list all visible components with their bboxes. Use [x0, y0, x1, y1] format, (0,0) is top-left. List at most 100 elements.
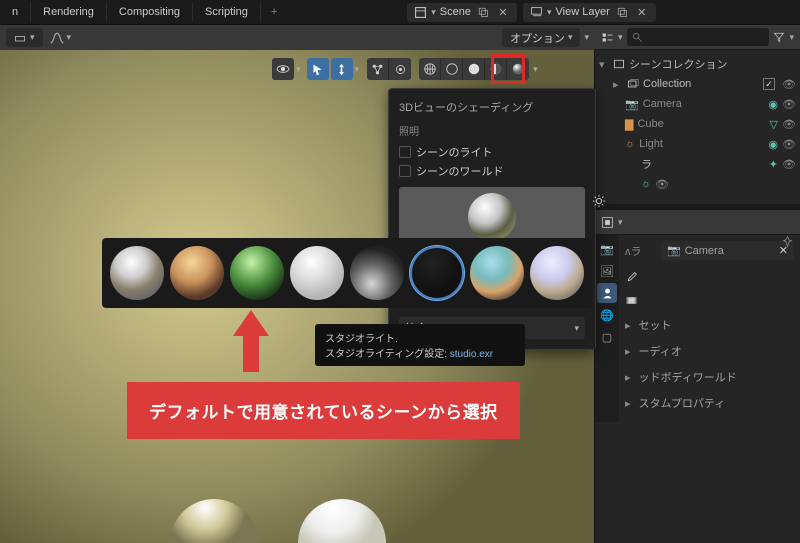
prop-row[interactable]: [625, 289, 794, 312]
eye-icon[interactable]: 👁: [655, 178, 669, 191]
eye-icon[interactable]: 👁: [782, 118, 796, 131]
properties-type-icon[interactable]: [601, 216, 614, 229]
data-icon: ▽: [770, 118, 778, 131]
close-icon[interactable]: ✕: [634, 4, 650, 20]
hdri-option[interactable]: [230, 246, 284, 300]
workspace-tab-rendering[interactable]: Rendering: [31, 2, 107, 22]
row-label: Cube: [637, 118, 765, 130]
disclosure-icon[interactable]: ▸: [625, 371, 631, 384]
prop-section-row[interactable]: ▸ セット: [625, 312, 794, 338]
curve-icon[interactable]: [49, 30, 65, 46]
checkbox-label: シーンのライト: [416, 144, 492, 160]
outliner-tree: ▾ シーンコレクション ▸ Collection ✓ 👁 📷 Camera ◉ …: [595, 50, 800, 198]
shading-dropdown-icon[interactable]: ▾: [533, 64, 538, 75]
outliner-row-cube[interactable]: ▇ Cube ▽ 👁: [595, 114, 800, 134]
options-dropdown[interactable]: オプション ▾: [502, 28, 581, 47]
copy-icon[interactable]: [475, 4, 491, 20]
chevron-down-icon[interactable]: ▾: [789, 32, 794, 43]
prop-section-row[interactable]: ▸ スタムプロパティ: [625, 390, 794, 416]
editor-type-dropdown[interactable]: ▾: [6, 28, 43, 47]
wire-sphere-icon[interactable]: [441, 58, 463, 80]
outliner-search[interactable]: [627, 28, 770, 46]
eye-icon[interactable]: 👁: [782, 98, 796, 111]
hdri-option[interactable]: [170, 246, 224, 300]
disclosure-icon[interactable]: ▾: [599, 58, 609, 71]
scene-selector[interactable]: ▾ Scene ✕: [407, 3, 517, 22]
hdri-sphere-preview: [468, 193, 516, 241]
chevron-down-icon[interactable]: ▾: [584, 32, 589, 43]
scene-icon: [413, 5, 427, 19]
prop-row[interactable]: [625, 266, 794, 289]
chevron-down-icon: ▾: [67, 32, 72, 43]
sphere-object[interactable]: [298, 499, 386, 543]
outliner-row-data[interactable]: ☼ 👁: [595, 174, 800, 194]
scene-lights-checkbox-row[interactable]: シーンのライト: [399, 144, 585, 160]
right-panel: ▾ ▾ ▾ シーンコレクション ▸ Collection ✓ 👁: [595, 25, 800, 543]
proptab-render[interactable]: 📷: [597, 239, 617, 259]
properties-body: 📷 🖼 🌐 ▢ ᴧラ 📷 Camera ✕: [595, 235, 800, 422]
proptab-object[interactable]: ▢: [597, 327, 617, 347]
close-icon[interactable]: ✕: [495, 4, 511, 20]
shaded-sphere-icon[interactable]: [463, 58, 485, 80]
hdri-option-selected[interactable]: [410, 246, 464, 300]
sphere-object[interactable]: [170, 499, 258, 543]
outliner-row-camera[interactable]: 📷 Camera ◉ 👁: [595, 94, 800, 114]
lighting-section-label: 照明: [399, 123, 585, 138]
pin-icon[interactable]: [781, 235, 794, 248]
checkbox-icon[interactable]: [399, 165, 411, 177]
arrow-head-icon: [233, 310, 269, 336]
chevron-down-icon[interactable]: ▾: [618, 217, 623, 228]
chevron-down-icon: ▾: [547, 7, 552, 18]
gear-icon[interactable]: [591, 193, 607, 209]
select-arrow-icon[interactable]: [307, 58, 329, 80]
tooltip-line: スタジオライト.: [325, 330, 515, 345]
disclosure-icon[interactable]: ▸: [625, 345, 631, 358]
disclosure-icon[interactable]: ▸: [625, 319, 631, 332]
hdri-option[interactable]: [110, 246, 164, 300]
checkbox-icon[interactable]: [399, 146, 411, 158]
scene-world-checkbox-row[interactable]: シーンのワールド: [399, 163, 585, 179]
funnel-icon[interactable]: [773, 31, 785, 43]
hdri-option[interactable]: [530, 246, 584, 300]
chevron-down-icon[interactable]: ▾: [296, 64, 301, 75]
workspace-tab[interactable]: n: [0, 2, 31, 22]
hdri-option[interactable]: [350, 246, 404, 300]
overlay-toggle-icon[interactable]: [389, 58, 411, 80]
camera-datablock-field[interactable]: 📷 Camera ✕: [661, 241, 794, 260]
outliner-row-light[interactable]: ☼ Light ◉ 👁: [595, 134, 800, 154]
outliner-row-scene-collection[interactable]: ▾ シーンコレクション: [595, 54, 800, 74]
proptab-world[interactable]: 🌐: [597, 305, 617, 325]
proptab-scene[interactable]: [597, 283, 617, 303]
prop-section-row[interactable]: ▸ ッドボディワールド: [625, 364, 794, 390]
hdri-option[interactable]: [470, 246, 524, 300]
proptab-output[interactable]: 🖼: [597, 261, 617, 281]
options-label: オプション: [510, 30, 565, 46]
workspace-tab-scripting[interactable]: Scripting: [193, 2, 261, 22]
overlay-toggle-group: [367, 58, 411, 80]
eye-icon[interactable]: [272, 58, 294, 80]
eye-icon[interactable]: 👁: [782, 138, 796, 151]
chevron-down-icon[interactable]: ▾: [355, 64, 360, 75]
arrows-icon[interactable]: [331, 58, 353, 80]
disclosure-icon[interactable]: ▸: [625, 397, 631, 410]
copy-icon[interactable]: [614, 4, 630, 20]
gizmo-toggle-icon[interactable]: [367, 58, 389, 80]
disclosure-icon[interactable]: ▸: [613, 78, 623, 91]
collection-icon: [627, 78, 639, 90]
outliner-row-data[interactable]: ラ ✦ 👁: [595, 154, 800, 174]
light-icon: ☼: [625, 138, 635, 150]
viewlayer-selector[interactable]: ▾ View Layer ✕: [523, 3, 656, 22]
add-workspace-button[interactable]: +: [261, 2, 287, 22]
hdri-option[interactable]: [290, 246, 344, 300]
chevron-down-icon[interactable]: ▾: [618, 32, 623, 43]
globe-icon[interactable]: [419, 58, 441, 80]
eye-icon[interactable]: 👁: [782, 158, 796, 171]
outliner-type-icon[interactable]: [601, 31, 614, 44]
eye-icon[interactable]: 👁: [782, 78, 796, 91]
prop-section-row[interactable]: ▸ ーディオ: [625, 338, 794, 364]
checkbox-icon[interactable]: ✓: [763, 78, 775, 90]
data-icon: ◉: [768, 138, 778, 151]
workspace-tab-compositing[interactable]: Compositing: [107, 2, 193, 22]
properties-content: ᴧラ 📷 Camera ✕ ▸ セット: [619, 235, 800, 422]
outliner-row-collection[interactable]: ▸ Collection ✓ 👁: [595, 74, 800, 94]
